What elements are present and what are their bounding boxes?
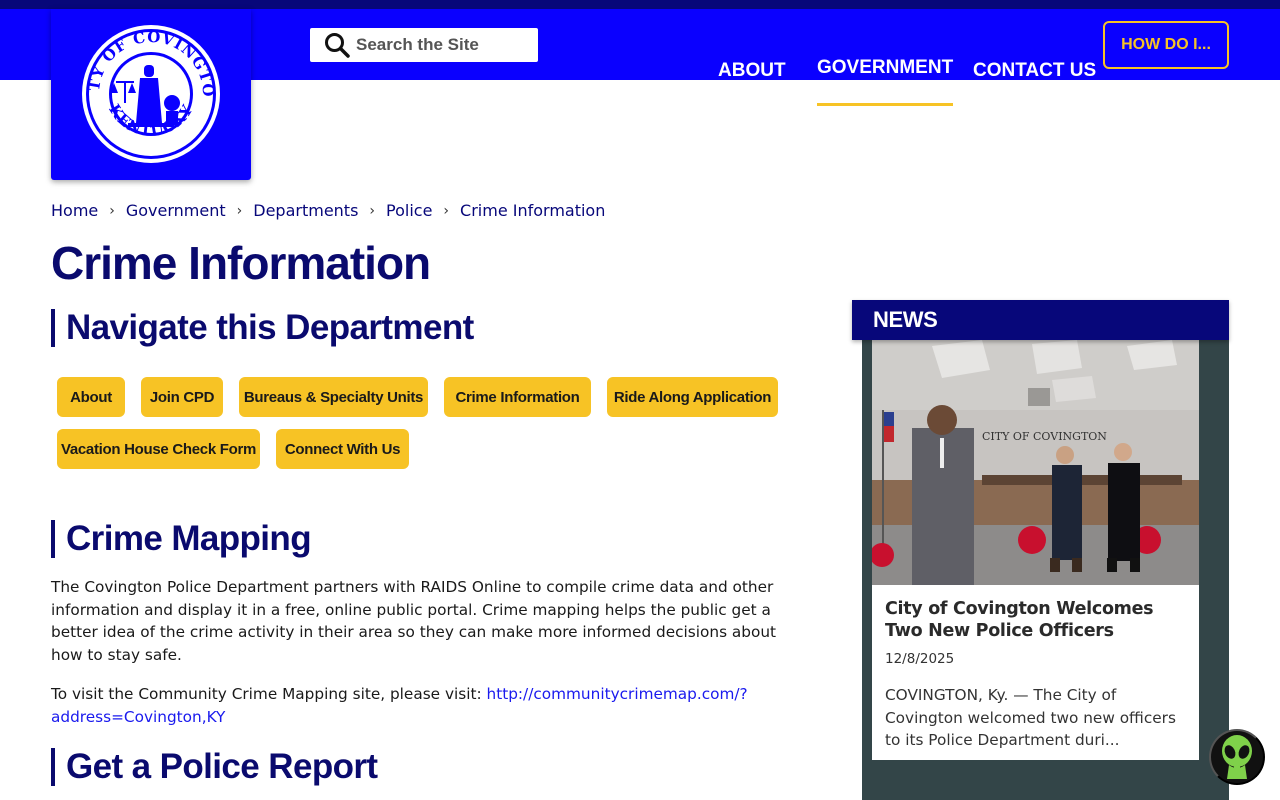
- nav-about[interactable]: ABOUT: [718, 35, 786, 106]
- city-seal-icon: CITY OF COVINGTON KENTUCKY: [80, 23, 220, 163]
- site-search: [310, 28, 538, 62]
- chevron-right-icon: ›: [443, 202, 450, 219]
- breadcrumb: Home › Government › Departments › Police…: [51, 201, 605, 220]
- page-title: Crime Information: [51, 237, 431, 289]
- chevron-right-icon: ›: [236, 202, 243, 219]
- crime-mapping-heading: Crime Mapping: [51, 520, 312, 558]
- breadcrumb-departments[interactable]: Departments: [253, 201, 358, 220]
- news-card[interactable]: CITY OF COVINGTON City of Covington Welc…: [872, 340, 1199, 760]
- search-input[interactable]: [356, 35, 526, 55]
- breadcrumb-police[interactable]: Police: [386, 201, 432, 220]
- dept-btn-crime-information[interactable]: Crime Information: [444, 377, 591, 417]
- visit-text: To visit the Community Crime Mapping sit…: [51, 685, 487, 703]
- news-date: 12/8/2025: [885, 651, 955, 667]
- news-title[interactable]: City of Covington Welcomes Two New Polic…: [885, 598, 1190, 642]
- dept-btn-vacation-house-check[interactable]: Vacation House Check Form: [57, 429, 260, 469]
- police-report-heading: Get a Police Report: [51, 748, 378, 786]
- search-icon[interactable]: [324, 32, 350, 58]
- nav-contact-us[interactable]: CONTACT US: [973, 35, 1096, 106]
- alien-chat-icon[interactable]: [1209, 729, 1265, 785]
- breadcrumb-government[interactable]: Government: [126, 201, 226, 220]
- crime-mapping-paragraph: The Covington Police Department partners…: [51, 578, 777, 664]
- crime-mapping-visit: To visit the Community Crime Mapping sit…: [51, 683, 811, 728]
- dept-btn-connect[interactable]: Connect With Us: [276, 429, 409, 469]
- svg-text:CITY OF COVINGTON: CITY OF COVINGTON: [982, 430, 1107, 443]
- breadcrumb-home[interactable]: Home: [51, 201, 98, 220]
- news-sidebar: NEWS CITY OF COVINGTON City of Covington…: [852, 300, 1229, 800]
- chevron-right-icon: ›: [109, 202, 115, 219]
- how-do-i-button[interactable]: HOW DO I...: [1103, 21, 1229, 69]
- breadcrumb-current: Crime Information: [460, 201, 606, 220]
- nav-government[interactable]: GOVERNMENT: [817, 35, 954, 106]
- city-seal-logo[interactable]: CITY OF COVINGTON KENTUCKY: [51, 9, 251, 180]
- news-image[interactable]: CITY OF COVINGTON: [872, 340, 1199, 585]
- dept-btn-bureaus[interactable]: Bureaus & Specialty Units: [239, 377, 428, 417]
- news-excerpt: COVINGTON, Ky. — The City of Covington w…: [885, 686, 1176, 749]
- top-strip: [0, 0, 1280, 9]
- dept-btn-join-cpd[interactable]: Join CPD: [141, 377, 223, 417]
- chevron-right-icon: ›: [369, 202, 376, 219]
- navigate-heading: Navigate this Department: [51, 309, 474, 347]
- dept-btn-about[interactable]: About: [57, 377, 125, 417]
- dept-btn-ride-along[interactable]: Ride Along Application: [607, 377, 778, 417]
- news-heading: NEWS: [852, 300, 1229, 340]
